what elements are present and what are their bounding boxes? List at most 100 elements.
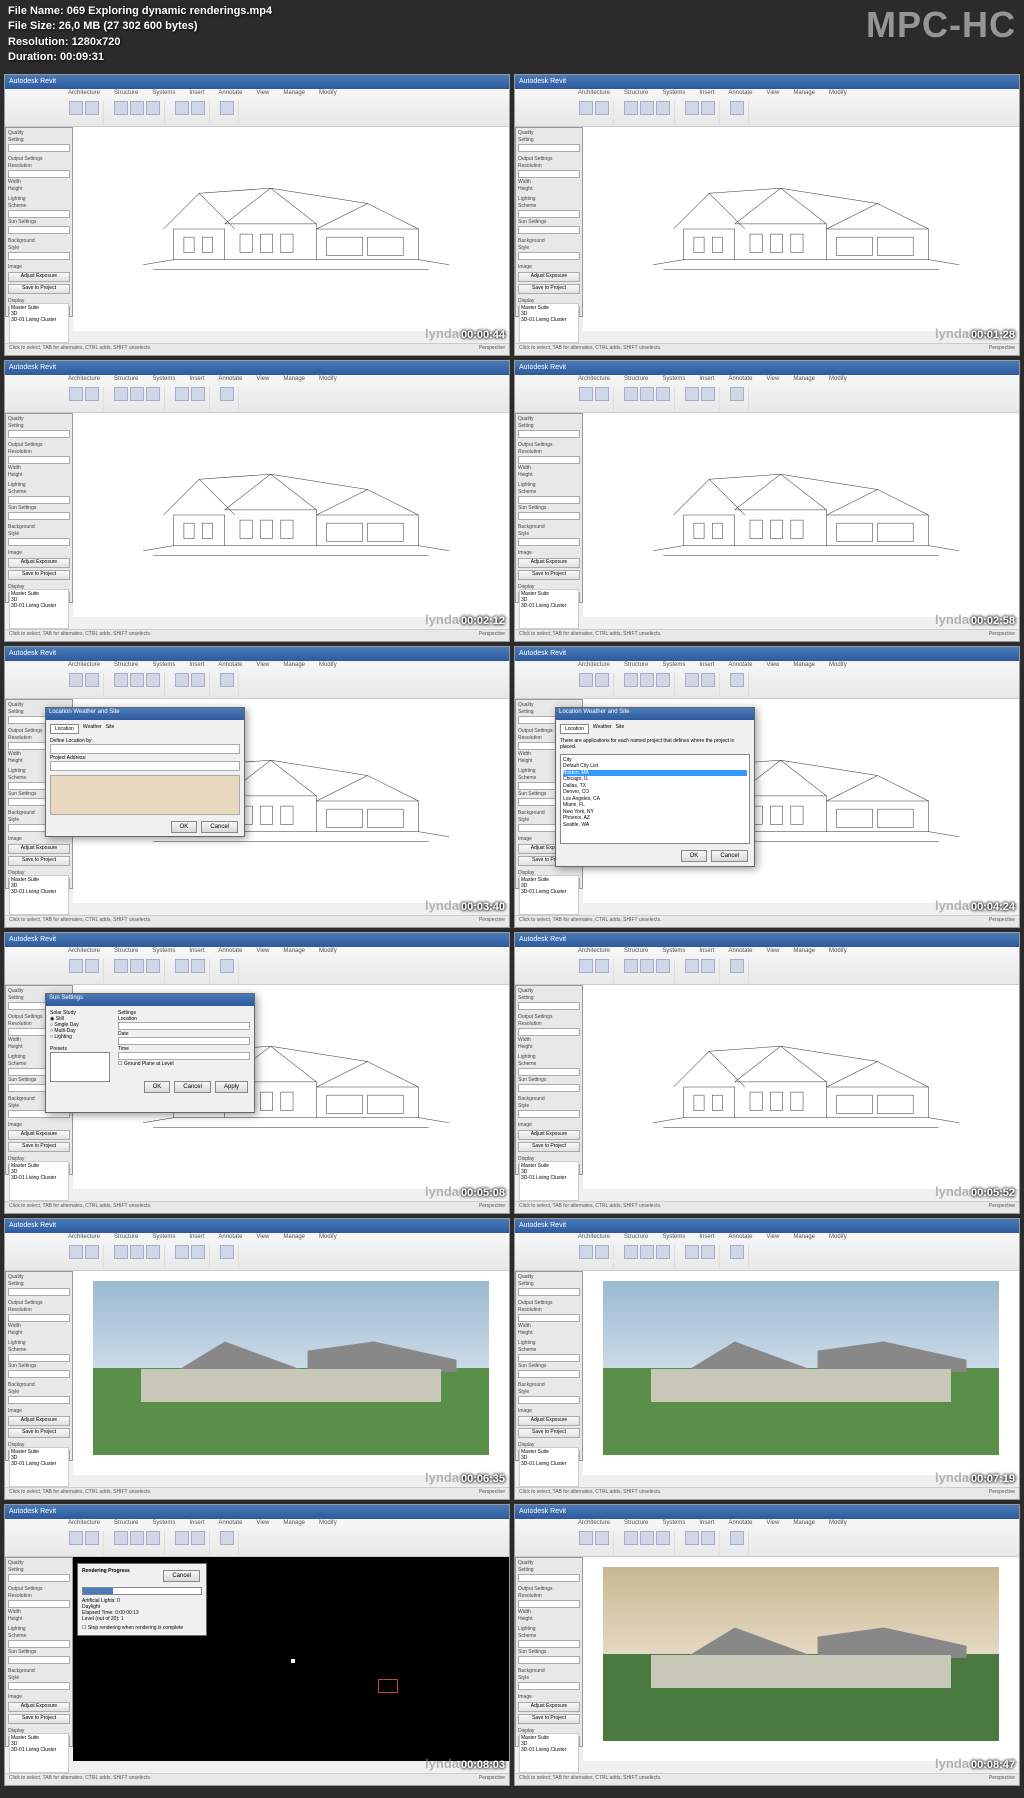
scheme-dropdown[interactable] [518,1354,580,1362]
ribbon[interactable]: ArchitectureStructureSystemsInsertAnnota… [5,1519,509,1557]
progress-dialog[interactable]: Rendering ProgressCancel Artificial Ligh… [77,1563,207,1636]
save-button[interactable]: Save to Project [518,1142,580,1152]
rendering-panel[interactable]: Quality Setting Output Settings Resoluti… [515,1271,583,1461]
rendering-panel[interactable]: Quality Setting Output Settings Resoluti… [5,1557,73,1747]
scheme-dropdown[interactable] [518,1640,580,1648]
scheme-dropdown[interactable] [518,210,580,218]
style-dropdown[interactable] [518,252,580,260]
location-dialog[interactable]: Location Weather and Site LocationWeathe… [555,707,755,867]
resolution-dropdown[interactable] [518,1028,580,1036]
ribbon[interactable]: ArchitectureStructureSystemsInsertAnnota… [515,661,1019,699]
ribbon[interactable]: ArchitectureStructureSystemsInsertAnnota… [5,89,509,127]
viewport[interactable] [73,127,509,331]
viewport[interactable] [583,985,1019,1189]
resolution-dropdown[interactable] [518,1314,580,1322]
ribbon[interactable]: ArchitectureStructureSystemsInsertAnnota… [515,1519,1019,1557]
sun-dropdown[interactable] [518,1656,580,1664]
scheme-dropdown[interactable] [8,210,70,218]
thumbnail-4[interactable]: Autodesk Revit ArchitectureStructureSyst… [514,360,1020,642]
save-button[interactable]: Save to Project [8,856,70,866]
project-browser[interactable]: Master Suite3D3D-01 Living Cluster [519,1733,579,1773]
style-dropdown[interactable] [8,1682,70,1690]
thumbnail-5[interactable]: Autodesk Revit ArchitectureStructureSyst… [4,646,510,928]
ribbon[interactable]: ArchitectureStructureSystemsInsertAnnota… [515,89,1019,127]
thumbnail-7[interactable]: Autodesk Revit ArchitectureStructureSyst… [4,932,510,1214]
save-button[interactable]: Save to Project [8,1714,70,1724]
thumbnail-10[interactable]: Autodesk Revit ArchitectureStructureSyst… [514,1218,1020,1500]
scheme-dropdown[interactable] [8,496,70,504]
ribbon[interactable]: ArchitectureStructureSystemsInsertAnnota… [515,947,1019,985]
save-button[interactable]: Save to Project [8,284,70,294]
style-dropdown[interactable] [8,252,70,260]
resolution-dropdown[interactable] [518,170,580,178]
project-browser[interactable]: Master Suite3D3D-01 Living Cluster [519,875,579,915]
cancel-button[interactable]: Cancel [711,850,748,862]
project-browser[interactable]: Master Suite3D3D-01 Living Cluster [9,1447,69,1487]
save-button[interactable]: Save to Project [518,1714,580,1724]
ribbon[interactable]: ArchitectureStructureSystemsInsertAnnota… [5,661,509,699]
quality-dropdown[interactable] [518,1288,580,1296]
quality-dropdown[interactable] [8,144,70,152]
thumbnail-6[interactable]: Autodesk Revit ArchitectureStructureSyst… [514,646,1020,928]
cancel-button[interactable]: Cancel [174,1081,211,1093]
project-browser[interactable]: Master Suite3D3D-01 Living Cluster [519,589,579,629]
rendering-panel[interactable]: Quality Setting Output Settings Resoluti… [5,413,73,603]
adjust-button[interactable]: Adjust Exposure [518,272,580,282]
resolution-dropdown[interactable] [518,456,580,464]
adjust-button[interactable]: Adjust Exposure [8,558,70,568]
project-browser[interactable]: Master Suite3D3D-01 Living Cluster [9,1161,69,1201]
thumbnail-11[interactable]: Autodesk Revit ArchitectureStructureSyst… [4,1504,510,1786]
resolution-dropdown[interactable] [8,1600,70,1608]
save-button[interactable]: Save to Project [8,570,70,580]
ribbon[interactable]: ArchitectureStructureSystemsInsertAnnota… [5,1233,509,1271]
quality-dropdown[interactable] [518,144,580,152]
quality-dropdown[interactable] [518,1574,580,1582]
project-browser[interactable]: Master Suite3D3D-01 Living Cluster [519,303,579,343]
adjust-button[interactable]: Adjust Exposure [8,1130,70,1140]
cancel-button[interactable]: Cancel [201,821,238,833]
quality-dropdown[interactable] [8,1574,70,1582]
resolution-dropdown[interactable] [8,456,70,464]
save-button[interactable]: Save to Project [8,1142,70,1152]
ok-button[interactable]: OK [144,1081,171,1093]
viewport[interactable] [583,127,1019,331]
rendering-panel[interactable]: Quality Setting Output Settings Resoluti… [515,413,583,603]
scheme-dropdown[interactable] [518,496,580,504]
sun-dropdown[interactable] [8,512,70,520]
project-browser[interactable]: Master Suite3D3D-01 Living Cluster [9,875,69,915]
thumbnail-9[interactable]: Autodesk Revit ArchitectureStructureSyst… [4,1218,510,1500]
adjust-button[interactable]: Adjust Exposure [518,1130,580,1140]
project-browser[interactable]: Master Suite3D3D-01 Living Cluster [519,1447,579,1487]
viewport[interactable] [73,413,509,617]
project-browser[interactable]: Master Suite3D3D-01 Living Cluster [9,1733,69,1773]
scheme-dropdown[interactable] [8,1640,70,1648]
ok-button[interactable]: OK [681,850,708,862]
thumbnail-12[interactable]: Autodesk Revit ArchitectureStructureSyst… [514,1504,1020,1786]
save-button[interactable]: Save to Project [518,1428,580,1438]
scheme-dropdown[interactable] [518,1068,580,1076]
rendering-panel[interactable]: Quality Setting Output Settings Resoluti… [515,985,583,1175]
ok-button[interactable]: OK [171,821,198,833]
quality-dropdown[interactable] [518,1002,580,1010]
adjust-button[interactable]: Adjust Exposure [8,1416,70,1426]
sun-dropdown[interactable] [518,512,580,520]
save-button[interactable]: Save to Project [8,1428,70,1438]
resolution-dropdown[interactable] [8,1314,70,1322]
quality-dropdown[interactable] [8,1288,70,1296]
rendering-panel[interactable]: Quality Setting Output Settings Resoluti… [515,1557,583,1747]
viewport[interactable] [73,1271,509,1475]
style-dropdown[interactable] [518,1110,580,1118]
save-button[interactable]: Save to Project [518,284,580,294]
thumbnail-8[interactable]: Autodesk Revit ArchitectureStructureSyst… [514,932,1020,1214]
style-dropdown[interactable] [518,1396,580,1404]
adjust-button[interactable]: Adjust Exposure [8,272,70,282]
sun-dropdown[interactable] [8,226,70,234]
thumbnail-1[interactable]: Autodesk Revit ArchitectureStructureSyst… [4,74,510,356]
sun-dropdown[interactable] [8,1370,70,1378]
quality-dropdown[interactable] [518,430,580,438]
scheme-dropdown[interactable] [8,1354,70,1362]
cancel-button[interactable]: Cancel [163,1570,200,1582]
save-button[interactable]: Save to Project [518,570,580,580]
ribbon[interactable]: ArchitectureStructureSystemsInsertAnnota… [5,947,509,985]
location-dialog[interactable]: Location Weather and Site LocationWeathe… [45,707,245,837]
